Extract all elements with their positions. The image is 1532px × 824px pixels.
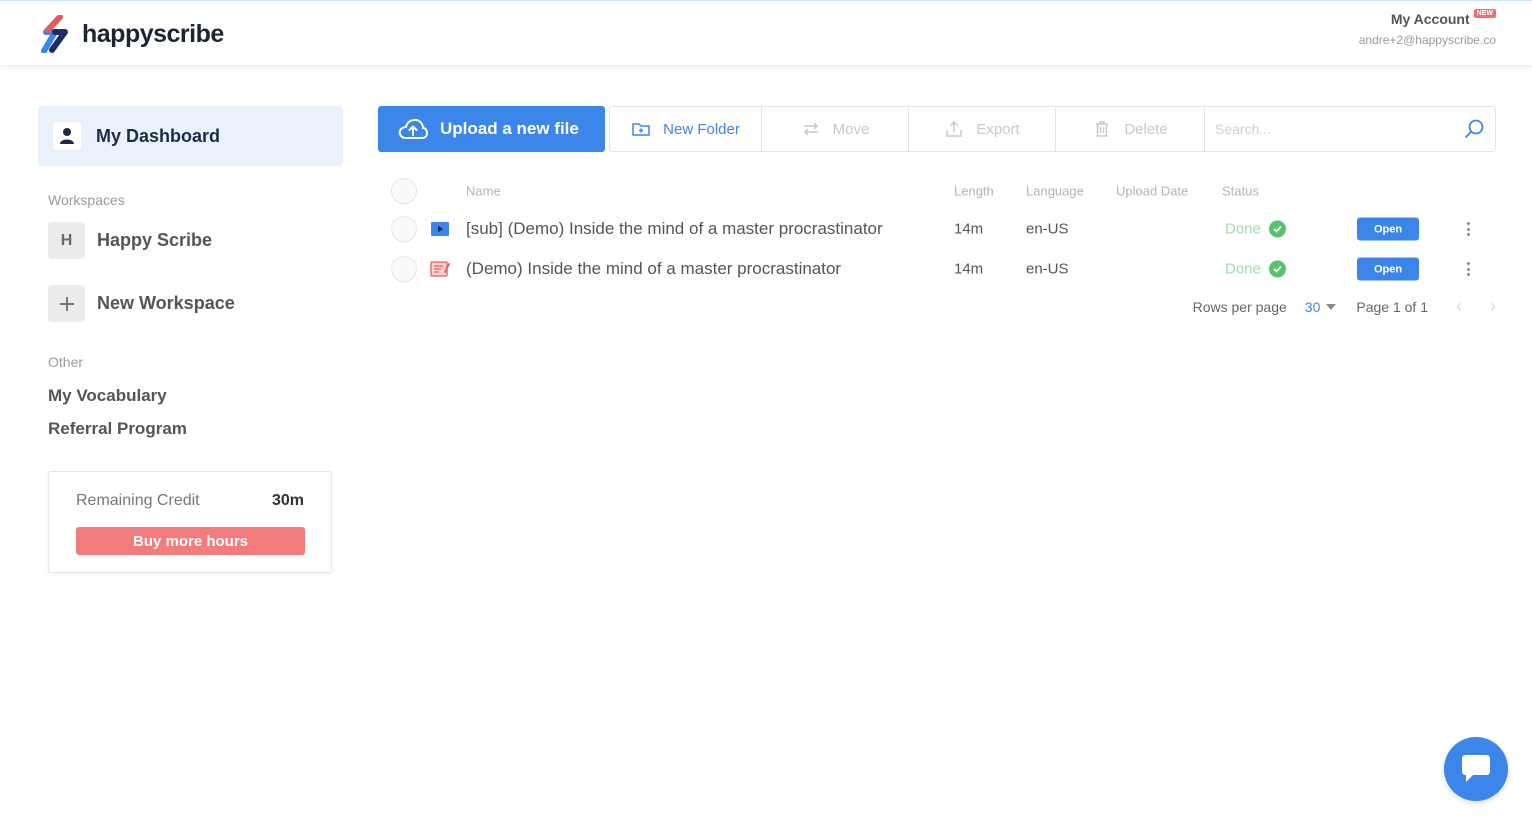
page-indicator: Page 1 of 1 [1356, 298, 1428, 315]
export-icon [946, 120, 963, 137]
sidebar-item-dashboard[interactable]: My Dashboard [38, 106, 343, 166]
move-button[interactable]: Move [762, 107, 909, 151]
file-name[interactable]: [sub] (Demo) Inside the mind of a master… [466, 219, 883, 239]
new-badge: NEW [1473, 8, 1496, 18]
referral-program-link[interactable]: Referral Program [48, 419, 343, 439]
top-bar: happyscribe My Account NEW andre+2@happy… [0, 0, 1532, 65]
brand-name: happyscribe [82, 19, 224, 48]
pagination: Rows per page 30 Page 1 of 1 ‹ › [1193, 296, 1496, 317]
file-actions-group: New Folder Move Export Delete [609, 106, 1496, 152]
table-row[interactable]: [sub] (Demo) Inside the mind of a master… [390, 209, 1496, 249]
open-button[interactable]: Open [1357, 217, 1419, 241]
file-length: 14m [954, 220, 984, 238]
file-name[interactable]: (Demo) Inside the mind of a master procr… [466, 259, 841, 279]
transcript-file-icon [430, 261, 450, 277]
account-menu[interactable]: My Account NEW andre+2@happyscribe.co [1358, 8, 1496, 47]
happyscribe-logo-icon [41, 15, 68, 53]
user-icon [53, 122, 81, 150]
workspaces-heading: Workspaces [48, 192, 125, 208]
new-workspace-button[interactable]: New Workspace [48, 285, 343, 322]
cloud-upload-icon [398, 118, 428, 139]
account-title[interactable]: My Account [1391, 11, 1470, 27]
status-text: Done [1225, 220, 1261, 238]
caret-down-icon [1326, 303, 1337, 310]
chat-launcher-button[interactable] [1444, 737, 1508, 801]
search-icon[interactable] [1463, 118, 1485, 140]
account-email: andre+2@happyscribe.co [1358, 33, 1496, 47]
previous-page-icon[interactable]: ‹ [1456, 296, 1462, 317]
move-label: Move [832, 120, 870, 138]
search-box [1205, 107, 1495, 151]
file-table: Name Length Language Upload Date Status … [390, 178, 1496, 289]
select-all-checkbox[interactable] [391, 178, 417, 204]
file-language: en-US [1026, 260, 1069, 278]
toolbar: Upload a new file New Folder Move Export [378, 106, 1496, 152]
trash-icon [1096, 121, 1109, 137]
export-button[interactable]: Export [909, 107, 1056, 151]
other-heading: Other [48, 354, 84, 370]
delete-label: Delete [1124, 120, 1168, 138]
remaining-credit-card: Remaining Credit 30m Buy more hours [48, 471, 332, 573]
chat-icon [1462, 755, 1490, 782]
file-length: 14m [954, 260, 984, 278]
new-workspace-label: New Workspace [97, 293, 235, 313]
status-text: Done [1225, 260, 1261, 278]
status-badge: Done [1225, 220, 1286, 238]
table-row[interactable]: (Demo) Inside the mind of a master procr… [390, 249, 1496, 289]
plus-icon [48, 285, 85, 322]
open-button[interactable]: Open [1357, 257, 1419, 281]
upload-label: Upload a new file [440, 119, 579, 138]
my-vocabulary-link[interactable]: My Vocabulary [48, 386, 343, 406]
credit-label: Remaining Credit [76, 492, 200, 509]
column-header-language[interactable]: Language [1026, 184, 1084, 199]
credit-value: 30m [271, 492, 304, 509]
new-folder-label: New Folder [663, 120, 740, 138]
column-header-upload-date[interactable]: Upload Date [1116, 184, 1188, 199]
file-language: en-US [1026, 220, 1069, 238]
row-checkbox[interactable] [391, 216, 417, 242]
rows-per-page-value: 30 [1304, 298, 1321, 315]
check-icon [1268, 220, 1286, 238]
table-header: Name Length Language Upload Date Status [390, 178, 1496, 204]
buy-more-hours-button[interactable]: Buy more hours [76, 527, 305, 555]
column-header-name[interactable]: Name [466, 184, 501, 199]
upload-file-button[interactable]: Upload a new file [378, 106, 605, 152]
workspace-item-happy-scribe[interactable]: H Happy Scribe [48, 222, 343, 259]
logo[interactable]: happyscribe [38, 15, 224, 53]
workspace-label: Happy Scribe [97, 230, 213, 250]
new-folder-button[interactable]: New Folder [610, 107, 762, 151]
search-input[interactable] [1215, 121, 1463, 137]
more-options-icon[interactable] [1463, 219, 1473, 239]
next-page-icon[interactable]: › [1490, 296, 1496, 317]
swap-icon [803, 122, 818, 136]
sidebar: My Dashboard Workspaces H Happy Scribe N… [38, 106, 343, 573]
column-header-length[interactable]: Length [954, 184, 994, 199]
check-icon [1268, 260, 1286, 278]
row-checkbox[interactable] [391, 256, 417, 282]
status-badge: Done [1225, 260, 1286, 278]
folder-plus-icon [632, 123, 650, 136]
delete-button[interactable]: Delete [1056, 107, 1205, 151]
column-header-status[interactable]: Status [1222, 184, 1259, 199]
workspace-initial: H [48, 222, 85, 259]
export-label: Export [976, 120, 1020, 138]
video-file-icon [431, 222, 449, 236]
rows-per-page-label: Rows per page [1192, 298, 1287, 315]
more-options-icon[interactable] [1463, 259, 1473, 279]
rows-per-page-select[interactable]: 30 [1305, 299, 1337, 315]
sidebar-item-label: My Dashboard [96, 125, 221, 146]
